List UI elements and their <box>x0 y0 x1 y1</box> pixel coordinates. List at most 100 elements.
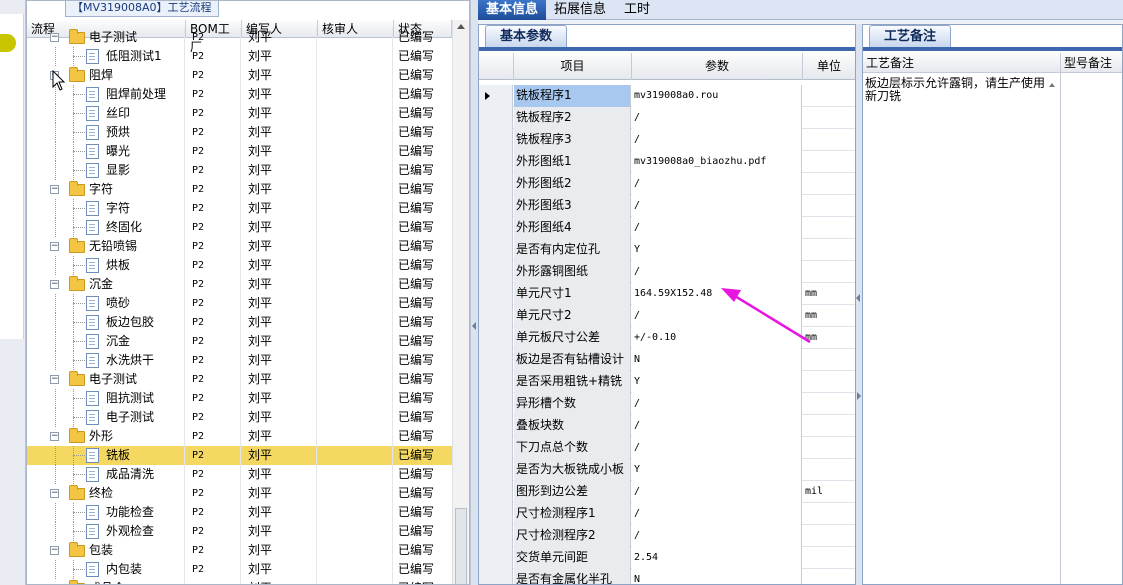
notes-scroll-up-icon[interactable] <box>1049 83 1055 87</box>
row-indicator[interactable] <box>479 349 513 371</box>
param-value-cell[interactable]: Y <box>632 239 802 261</box>
param-row[interactable]: 尺寸检测程序1/ <box>479 503 855 525</box>
param-row[interactable]: 外形图纸1 mv319008a0_biaozhu.pdf <box>479 151 855 173</box>
tree-node-cell[interactable]: 显影 <box>27 161 185 180</box>
current-row-indicator-icon[interactable] <box>479 85 513 107</box>
scroll-thumb[interactable] <box>455 508 467 584</box>
tree-node-cell[interactable]: 水洗烘干 <box>27 351 185 370</box>
param-row[interactable]: 是否采用粗铣+精铣 Y <box>479 371 855 393</box>
param-value-cell[interactable]: / <box>632 415 802 437</box>
param-row[interactable]: 叠板块数 / <box>479 415 855 437</box>
param-unit-cell[interactable] <box>803 195 855 217</box>
param-unit-cell[interactable]: mm <box>803 305 855 327</box>
tree-node-cell[interactable]: −阻焊 <box>27 66 185 85</box>
row-indicator[interactable] <box>479 525 513 547</box>
param-value-cell[interactable]: Y <box>632 459 802 481</box>
tree-node-cell[interactable]: − 电子测试 <box>27 28 185 47</box>
param-value-cell[interactable]: / <box>632 107 802 129</box>
tree-row[interactable]: 功能检查 P2 刘平 已编写 <box>27 503 452 522</box>
tree-node-cell[interactable]: − 外形 <box>27 427 185 446</box>
row-indicator[interactable] <box>479 547 513 569</box>
process-note-text[interactable]: 板边层标示允许露铜，请生产使用新刀铣 <box>865 77 1051 103</box>
tree-row[interactable]: 显影 P2 刘平 已编写 <box>27 161 452 180</box>
param-row[interactable]: 铣板程序3/ <box>479 129 855 151</box>
param-unit-cell[interactable]: mm <box>803 283 855 305</box>
tree-node-cell[interactable]: 电子测试 <box>27 408 185 427</box>
tree-node-cell[interactable]: − 沉金 <box>27 275 185 294</box>
param-value-cell[interactable]: / <box>632 503 802 525</box>
col-header-process-note[interactable]: 工艺备注 <box>863 53 1061 73</box>
col-header-param[interactable]: 参数 <box>632 53 803 80</box>
param-value-cell[interactable]: N <box>632 349 802 371</box>
tree-row[interactable]: 阻焊前处理 P2 刘平 已编写 <box>27 85 452 104</box>
param-value-cell[interactable]: / <box>632 393 802 415</box>
param-unit-cell[interactable] <box>803 569 855 584</box>
col-header-item[interactable]: 项目 <box>514 53 632 80</box>
row-indicator[interactable] <box>479 107 513 129</box>
tree-row[interactable]: 喷砂 P2 刘平 已编写 <box>27 294 452 313</box>
row-indicator[interactable] <box>479 503 513 525</box>
collapse-toggle-icon[interactable]: − <box>50 185 59 194</box>
row-indicator[interactable] <box>479 415 513 437</box>
row-indicator[interactable] <box>479 371 513 393</box>
collapse-toggle-icon[interactable]: − <box>50 33 59 42</box>
param-row[interactable]: 外形露铜图纸 / <box>479 261 855 283</box>
tree-node-cell[interactable]: − 电子测试 <box>27 370 185 389</box>
tree-node-cell[interactable]: 喷砂 <box>27 294 185 313</box>
tree-row[interactable]: − 电子测试 P2 刘平 已编写 <box>27 370 452 389</box>
tree-node-cell[interactable]: 外观检查 <box>27 522 185 541</box>
tree-scrollbar[interactable] <box>452 20 469 584</box>
param-row[interactable]: 外形图纸4/ <box>479 217 855 239</box>
collapse-toggle-icon[interactable]: − <box>50 432 59 441</box>
param-row[interactable]: 异形槽个数 / <box>479 393 855 415</box>
tree-node-cell[interactable]: 烘板 <box>27 256 185 275</box>
tree-node-cell[interactable]: 板边包胶 <box>27 313 185 332</box>
row-indicator[interactable] <box>479 239 513 261</box>
tree-node-cell[interactable]: 预烘 <box>27 123 185 142</box>
tree-row[interactable]: − 终检 P2 刘平 已编写 <box>27 484 452 503</box>
scroll-up-arrow-icon[interactable] <box>457 24 465 29</box>
tree-row[interactable]: − 电子测试 P2 刘平 已编写 <box>27 28 452 47</box>
param-unit-cell[interactable]: mil <box>803 481 855 503</box>
collapse-toggle-icon[interactable]: − <box>50 280 59 289</box>
tree-row[interactable]: 板边包胶 P2 刘平 已编写 <box>27 313 452 332</box>
param-unit-cell[interactable] <box>803 437 855 459</box>
param-unit-cell[interactable] <box>803 349 855 371</box>
param-unit-cell[interactable]: mm <box>803 327 855 349</box>
row-indicator[interactable] <box>479 151 513 173</box>
tree-node-cell[interactable]: − 字符 <box>27 180 185 199</box>
tab-work-hours[interactable]: 工时 <box>616 0 658 20</box>
tree-node-cell[interactable]: 终固化 <box>27 218 185 237</box>
param-value-cell[interactable]: / <box>632 437 802 459</box>
param-unit-cell[interactable] <box>803 503 855 525</box>
tree-row[interactable]: − 沉金 P2 刘平 已编写 <box>27 275 452 294</box>
param-unit-cell[interactable] <box>803 393 855 415</box>
param-value-cell[interactable]: / <box>632 195 802 217</box>
tree-row[interactable]: − 包装 P2 刘平 已编写 <box>27 541 452 560</box>
param-unit-cell[interactable] <box>803 107 855 129</box>
collapse-toggle-icon[interactable]: − <box>50 375 59 384</box>
tree-row[interactable]: 沉金 P2 刘平 已编写 <box>27 332 452 351</box>
tree-row[interactable]: 成品清洗 P2 刘平 已编写 <box>27 465 452 484</box>
tree-row[interactable]: 曝光 P2 刘平 已编写 <box>27 142 452 161</box>
param-row[interactable]: 单元板尺寸公差 +/-0.10 mm <box>479 327 855 349</box>
tree-row[interactable]: 内包装 P2 刘平 已编写 <box>27 560 452 579</box>
tree-node-cell[interactable]: − 终检 <box>27 484 185 503</box>
tree-row[interactable]: −阻焊P2刘平 已编写 <box>27 66 452 85</box>
tree-node-cell[interactable]: − 包装 <box>27 541 185 560</box>
param-row[interactable]: 铣板程序1 mv319008a0.rou <box>479 85 855 107</box>
tree-node-cell[interactable]: − 无铅喷锡 <box>27 237 185 256</box>
tree-row[interactable]: 烘板 P2 刘平 已编写 <box>27 256 452 275</box>
row-indicator[interactable] <box>479 305 513 327</box>
param-value-cell[interactable]: / <box>632 305 802 327</box>
param-unit-cell[interactable] <box>803 261 855 283</box>
param-value-cell[interactable]: +/-0.10 <box>632 327 802 349</box>
param-row[interactable]: 外形图纸3/ <box>479 195 855 217</box>
param-value-cell[interactable]: / <box>632 481 802 503</box>
panel-splitter[interactable] <box>470 0 478 585</box>
tree-node-cell[interactable]: 阻焊前处理 <box>27 85 185 104</box>
tree-row[interactable]: − 无铅喷锡 P2 刘平 已编写 <box>27 237 452 256</box>
tree-node-cell[interactable]: 内包装 <box>27 560 185 579</box>
param-row[interactable]: 铣板程序2/ <box>479 107 855 129</box>
param-value-cell[interactable]: / <box>632 173 802 195</box>
